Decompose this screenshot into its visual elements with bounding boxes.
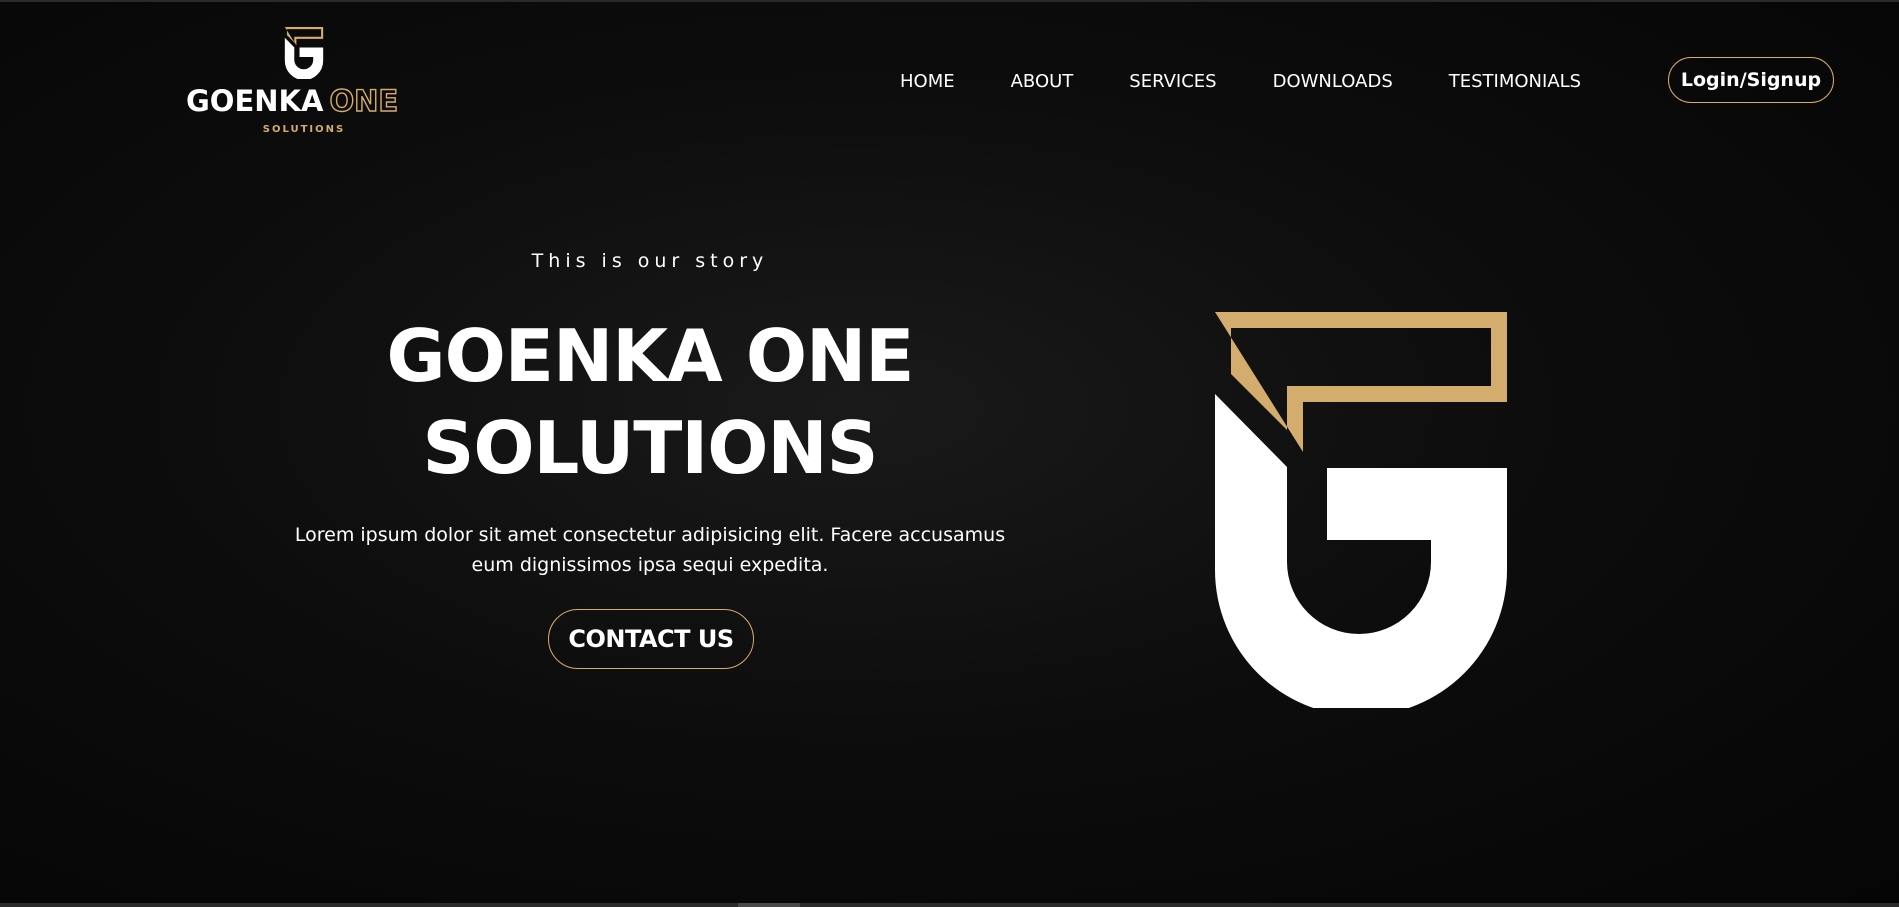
goenka-g-monogram-icon xyxy=(284,27,324,79)
nav-item-testimonials[interactable]: TESTIMONIALS xyxy=(1449,71,1581,92)
main-nav: HOME ABOUT SERVICES DOWNLOADS TESTIMONIA… xyxy=(900,56,1637,106)
brand-subtitle: SOLUTIONS xyxy=(262,124,346,135)
horizontal-scrollbar[interactable] xyxy=(0,903,1899,907)
top-border xyxy=(0,0,1899,2)
brand-logo[interactable]: GOENKA ONE SOLUTIONS xyxy=(186,27,406,142)
hero-title-line1: GOENKA ONE xyxy=(386,314,915,398)
brand-wordmark: GOENKA ONE xyxy=(186,83,406,118)
contact-us-button[interactable]: CONTACT US xyxy=(548,609,754,669)
hero-description: Lorem ipsum dolor sit amet consectetur a… xyxy=(294,524,1006,576)
brand-name-part1: GOENKA xyxy=(186,84,324,118)
scrollbar-thumb[interactable] xyxy=(738,903,800,907)
brand-name-part2: ONE xyxy=(329,83,399,118)
landing-page: GOENKA ONE SOLUTIONS HOME ABOUT SERVICES … xyxy=(0,0,1899,907)
nav-item-downloads[interactable]: DOWNLOADS xyxy=(1273,71,1393,92)
hero-title-line2: SOLUTIONS xyxy=(422,406,878,490)
nav-item-home[interactable]: HOME xyxy=(900,71,955,92)
hero-title: GOENKA ONE SOLUTIONS xyxy=(250,310,1050,494)
hero-eyebrow: This is our story xyxy=(531,250,769,272)
goenka-g-monogram-icon xyxy=(1215,312,1507,708)
nav-item-about[interactable]: ABOUT xyxy=(1011,71,1074,92)
nav-item-services[interactable]: SERVICES xyxy=(1129,71,1216,92)
login-signup-button[interactable]: Login/Signup xyxy=(1668,57,1834,103)
